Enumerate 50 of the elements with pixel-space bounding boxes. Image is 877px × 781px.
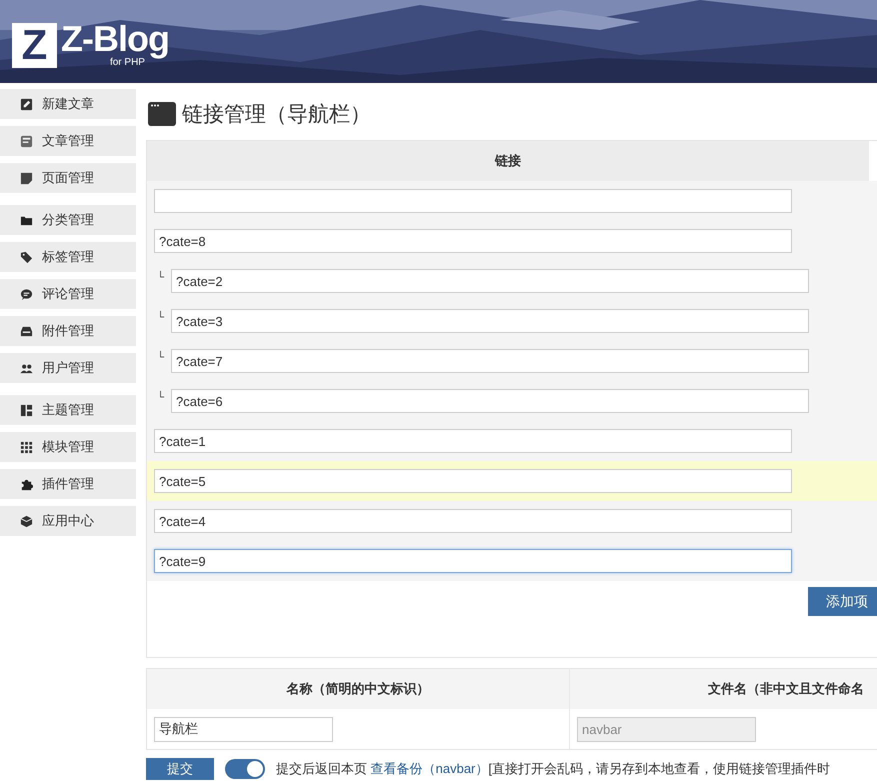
column-header: 名称（简明的中文标识） — [286, 680, 430, 698]
sidebar-item[interactable]: 插件管理 — [0, 469, 136, 499]
page-title: 链接管理（导航栏） — [182, 102, 371, 128]
add-item-button[interactable]: 添加项 — [808, 587, 877, 616]
sidebar-item[interactable]: 应用中心 — [0, 506, 136, 536]
link-field[interactable]: ?cate=1 — [154, 429, 792, 453]
link-field[interactable]: ?cate=8 — [154, 229, 792, 253]
comment-icon — [20, 288, 33, 300]
tree-marker: └ — [156, 312, 166, 322]
sidebar-item[interactable]: 新建文章 — [0, 89, 136, 119]
document-icon — [20, 134, 33, 148]
sidebar-item[interactable]: 模块管理 — [0, 432, 136, 462]
layout-icon — [20, 404, 33, 416]
grid-icon — [20, 440, 33, 454]
sidebar-item[interactable]: 标签管理 — [0, 242, 136, 272]
link-field[interactable]: ?cate=5 — [154, 469, 792, 493]
puzzle-icon — [20, 478, 33, 490]
column-header: 链接 — [495, 152, 521, 170]
link-field[interactable]: ?cate=2 — [171, 269, 809, 293]
backup-note: 提交后返回本页 查看备份（navbar）[直接打开会乱码，请另存到本地查看，使用链接管理插件时 — [276, 760, 830, 778]
window-icon — [148, 102, 176, 126]
link-field[interactable]: ?cate=6 — [171, 389, 809, 413]
toggle-switch[interactable] — [225, 759, 265, 779]
column-header: 文件名（非中文且文件命名 — [708, 680, 864, 698]
tag-icon — [20, 250, 33, 264]
sidebar-item[interactable]: 用户管理 — [0, 353, 136, 383]
sidebar-item[interactable]: 文章管理 — [0, 126, 136, 156]
tree-marker: └ — [156, 272, 166, 282]
link-field[interactable]: ?cate=3 — [171, 309, 809, 333]
logo-mark: Z — [12, 22, 57, 68]
sidebar-item[interactable]: 评论管理 — [0, 279, 136, 309]
backup-link[interactable]: 查看备份（navbar） — [370, 761, 488, 776]
sidebar-item[interactable]: 页面管理 — [0, 163, 136, 193]
link-field[interactable]: ?cate=9 — [154, 549, 792, 573]
link-field[interactable]: ?cate=4 — [154, 509, 792, 533]
link-field[interactable] — [154, 189, 792, 213]
edit-icon — [20, 98, 33, 110]
page-icon — [20, 172, 33, 184]
name-field[interactable]: 导航栏 — [154, 716, 333, 742]
submit-button[interactable]: 提交 — [146, 758, 214, 780]
cube-icon — [20, 514, 33, 528]
sidebar-item[interactable]: 附件管理 — [0, 316, 136, 346]
tree-marker: └ — [156, 392, 166, 402]
inbox-icon — [20, 324, 33, 338]
sidebar-item[interactable]: 主题管理 — [0, 395, 136, 425]
logo-subtitle: for PHP — [110, 57, 145, 68]
sidebar-item[interactable]: 分类管理 — [0, 205, 136, 235]
link-field[interactable]: ?cate=7 — [171, 349, 809, 373]
tree-marker: └ — [156, 352, 166, 362]
users-icon — [20, 362, 33, 374]
